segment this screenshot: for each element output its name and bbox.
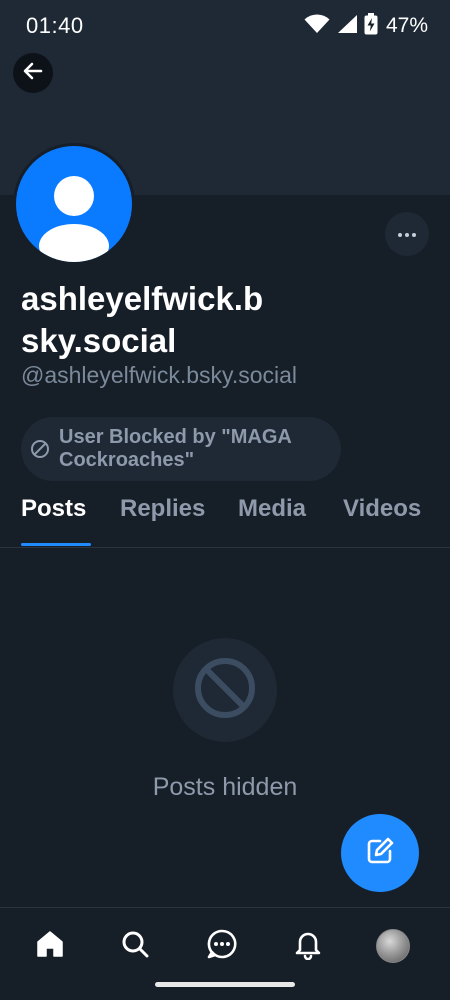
active-tab-indicator <box>21 543 91 546</box>
signal-icon <box>336 14 358 39</box>
more-options-button[interactable] <box>385 212 429 256</box>
profile-tabs: Posts Replies Media Videos <box>0 495 450 548</box>
tab-media[interactable]: Media <box>238 495 306 547</box>
nav-notifications[interactable] <box>288 926 328 966</box>
posts-hidden-message: Posts hidden <box>152 773 298 801</box>
no-entry-icon <box>193 656 257 725</box>
home-indicator <box>155 982 295 987</box>
tab-replies[interactable]: Replies <box>120 495 205 547</box>
battery-charging-icon <box>364 12 378 40</box>
status-time: 01:40 <box>26 13 84 38</box>
wifi-icon <box>304 13 330 39</box>
profile-avatar-thumbnail <box>376 929 410 963</box>
no-entry-icon <box>29 438 51 460</box>
nav-search[interactable] <box>115 926 155 966</box>
profile-avatar-frame[interactable] <box>13 143 135 265</box>
profile-handle: @ashleyelfwick.bsky.social <box>21 362 298 388</box>
posts-hidden-icon-circle <box>173 638 277 742</box>
tab-videos[interactable]: Videos <box>343 495 421 547</box>
arrow-left-icon <box>21 59 45 88</box>
nav-profile[interactable] <box>373 926 413 966</box>
tab-posts[interactable]: Posts <box>21 495 86 547</box>
status-bar: 01:40 47% <box>0 0 450 52</box>
nav-chat[interactable] <box>202 926 242 966</box>
battery-percent: 47% <box>385 14 428 37</box>
chat-icon <box>206 928 238 965</box>
profile-display-name: ashleyelfwick.bsky.social <box>21 280 264 359</box>
bell-icon <box>292 928 324 965</box>
home-icon <box>34 928 66 965</box>
status-icons: 47% <box>304 12 428 40</box>
nav-home[interactable] <box>30 926 70 966</box>
blocked-label-pill[interactable]: User Blocked by "MAGA Cockroaches" <box>21 417 341 481</box>
compose-post-button[interactable] <box>341 814 419 892</box>
profile-avatar <box>16 146 132 262</box>
back-button[interactable] <box>13 53 53 93</box>
search-icon <box>119 928 151 965</box>
blocked-label-text: User Blocked by "MAGA Cockroaches" <box>59 426 292 471</box>
compose-icon <box>363 834 397 873</box>
default-avatar-icon <box>39 176 109 262</box>
ellipsis-icon <box>397 225 417 243</box>
